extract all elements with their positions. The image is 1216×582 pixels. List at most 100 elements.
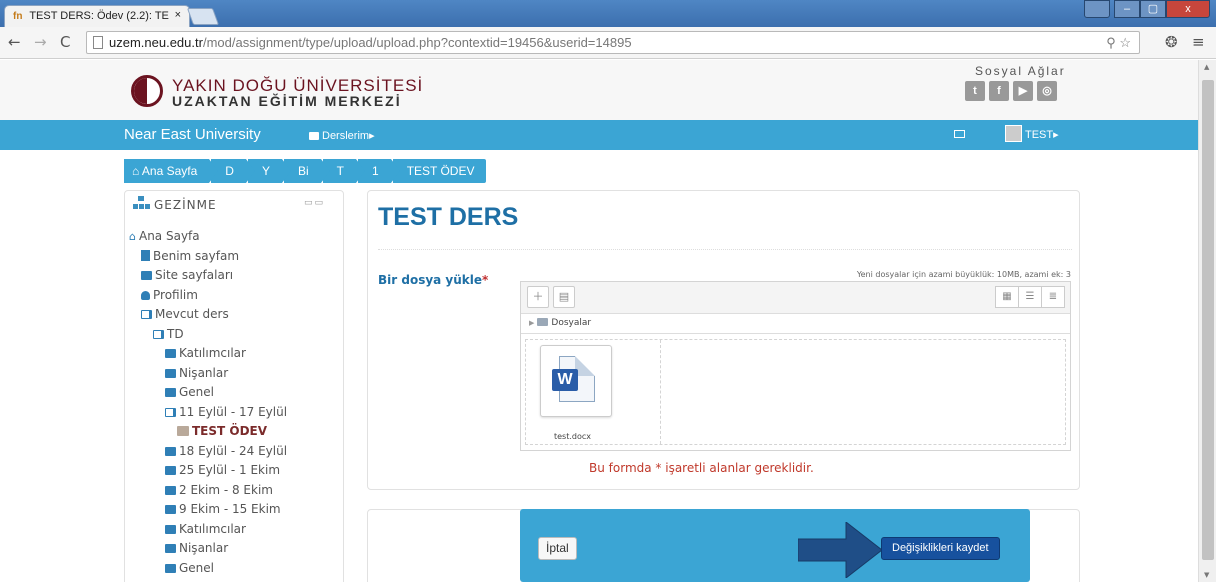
nav-tree-item[interactable]: 18 Eylül - 24 Eylül	[129, 444, 343, 464]
nav-tree-item[interactable]: ⌂ Ana Sayfa	[129, 229, 343, 249]
nav-tree-label: Site sayfaları	[155, 268, 234, 282]
instagram-icon[interactable]: ◎	[1037, 81, 1057, 101]
required-fields-note: Bu formda * işaretli alanlar gereklidir.	[589, 461, 814, 475]
file-manager-path[interactable]: ▶ Dosyalar	[521, 314, 1070, 334]
tree-view-icon[interactable]: ≣	[1041, 286, 1065, 308]
forward-icon[interactable]: →	[34, 33, 47, 51]
nav-tree-item[interactable]: Genel	[129, 561, 343, 581]
social-links: t f ▶ ◎	[965, 81, 1057, 101]
back-icon[interactable]: ←	[8, 33, 21, 51]
browser-tab[interactable]: fn TEST DERS: Ödev (2.2): TE ×	[4, 5, 190, 27]
page-viewport: YAKIN DOĞU ÜNİVERSİTESİ UZAKTAN EĞİTİM M…	[0, 60, 1198, 582]
menu-icon[interactable]: ≡	[1192, 33, 1205, 51]
expand-icon: ▶	[529, 319, 535, 327]
nav-tree-item[interactable]: Katılımcılar	[129, 346, 343, 366]
folder-open-icon	[153, 329, 164, 339]
nav-tree-item[interactable]: 25 Eylül - 1 Ekim	[129, 463, 343, 483]
page-icon	[93, 36, 103, 49]
user-caret-icon: ▸	[1053, 129, 1059, 141]
avatar[interactable]	[1005, 125, 1022, 142]
nav-tree-label: Nişanlar	[179, 365, 229, 380]
nav-tree-item[interactable]: 9 Ekim - 15 Ekim	[129, 502, 343, 522]
breadcrumb: ⌂ Ana Sayfa D Y Bi T 1 TEST ÖDEV	[124, 159, 488, 183]
nav-tree-label: Profilim	[153, 287, 198, 302]
new-tab-button[interactable]	[186, 8, 220, 25]
folder-icon	[141, 271, 152, 280]
brand-link[interactable]: Near East University	[124, 126, 261, 143]
user-menu[interactable]: TEST▸	[1025, 128, 1059, 141]
navigation-block: GEZİNME ▭▭ ⌂ Ana Sayfa Benim sayfam Site sa…	[124, 190, 344, 582]
nav-tree-item[interactable]: Katılımcılar	[129, 522, 343, 542]
page-title: TEST DERS	[378, 203, 519, 231]
file-drop-area[interactable]: W test.docx	[525, 339, 1066, 445]
tab-favicon-icon: fn	[13, 11, 23, 22]
folder-icon	[165, 446, 176, 456]
user-name: TEST	[1025, 129, 1054, 141]
nav-tree-item[interactable]: TD	[129, 327, 343, 347]
nav-tree-label: 11 Eylül - 17 Eylül	[179, 404, 288, 419]
tab-close-icon[interactable]: ×	[175, 9, 181, 21]
university-logo-icon[interactable]	[131, 75, 163, 107]
facebook-icon[interactable]: f	[989, 81, 1009, 101]
folder-icon	[537, 318, 549, 326]
window-controls: – ▢ x	[1084, 0, 1210, 20]
bookmark-star-icon[interactable]: ⚲ ☆	[1106, 35, 1131, 51]
add-file-icon[interactable]: ＋	[527, 286, 549, 308]
create-folder-icon[interactable]: ▤	[553, 286, 575, 308]
person-icon	[141, 290, 150, 300]
nav-tree-label: TD	[167, 326, 184, 341]
block-collapse-icon[interactable]: ▭▭	[304, 198, 325, 208]
page-scrollbar[interactable]: ▲ ▼	[1198, 60, 1216, 582]
url-input[interactable]: uzem.neu.edu.tr/mod/assignment/type/uplo…	[86, 31, 1140, 54]
window-user-icon[interactable]	[1084, 0, 1110, 18]
window-minimize-button[interactable]: –	[1114, 0, 1140, 18]
url-path: /mod/assignment/type/upload/upload.php?c…	[202, 35, 632, 50]
arrow-right-icon	[798, 522, 882, 578]
youtube-icon[interactable]: ▶	[1013, 81, 1033, 101]
file-name[interactable]: test.docx	[554, 432, 591, 441]
window-close-button[interactable]: x	[1166, 0, 1210, 18]
logo-subtitle[interactable]: UZAKTAN EĞİTİM MERKEZİ	[172, 93, 402, 109]
nav-tree-item[interactable]: Site sayfaları	[129, 268, 343, 288]
nav-tree-label: Benim sayfam	[153, 248, 240, 263]
sitemap-icon	[132, 196, 150, 212]
window-maximize-button[interactable]: ▢	[1140, 0, 1166, 18]
folder-icon	[165, 485, 176, 495]
nav-tree-item[interactable]: Nişanlar	[129, 366, 343, 386]
save-changes-button[interactable]: Değişiklikleri kaydet	[881, 537, 1000, 560]
icon-view-icon[interactable]: ▦	[995, 286, 1019, 308]
folder-icon	[165, 466, 176, 475]
extension-icon[interactable]: ❂	[1165, 33, 1178, 51]
nav-tree-item[interactable]: 2 Ekim - 8 Ekim	[129, 483, 343, 503]
nav-tree-item[interactable]: 11 Eylül - 17 Eylül	[129, 405, 343, 425]
folder-icon	[165, 544, 176, 553]
courses-menu[interactable]: Derslerim▸	[309, 129, 375, 142]
folder-icon	[165, 349, 176, 358]
scroll-up-icon[interactable]: ▲	[1204, 63, 1209, 71]
list-view-icon[interactable]: ☰	[1018, 286, 1042, 308]
nav-tree-item[interactable]: Nişanlar	[129, 541, 343, 561]
max-size-info: Yeni dosyalar için azami büyüklük: 10MB,…	[856, 270, 1071, 279]
file-thumbnail[interactable]: W	[540, 345, 612, 417]
scroll-down-icon[interactable]: ▼	[1204, 571, 1209, 579]
folder-icon	[165, 563, 176, 573]
reload-icon[interactable]: C	[60, 33, 70, 51]
breadcrumb-home[interactable]: ⌂ Ana Sayfa	[124, 159, 219, 183]
nav-tree-label: Katılımcılar	[179, 521, 246, 536]
folder-icon	[165, 368, 176, 378]
breadcrumb-current[interactable]: TEST ÖDEV	[392, 159, 487, 183]
nav-tree-label: 25 Eylül - 1 Ekim	[179, 463, 281, 477]
nav-tree-item[interactable]: TEST ÖDEV	[129, 424, 343, 444]
nav-tree-item[interactable]: Mevcut ders	[129, 307, 343, 327]
top-navbar: Near East University Derslerim▸ TEST▸	[0, 120, 1198, 150]
nav-tree-item[interactable]: Benim sayfam	[129, 249, 343, 269]
cancel-button[interactable]: İptal	[538, 537, 577, 560]
mail-icon[interactable]	[954, 130, 965, 138]
nav-tree-label: 18 Eylül - 24 Eylül	[179, 443, 288, 458]
scrollbar-thumb[interactable]	[1202, 80, 1214, 560]
file-manager: ＋ ▤ ▦ ☰ ≣ ▶ Dosyalar W test.docx	[520, 281, 1071, 451]
nav-tree-item[interactable]: Profilim	[129, 288, 343, 308]
twitter-icon[interactable]: t	[965, 81, 985, 101]
nav-tree-item[interactable]: Genel	[129, 385, 343, 405]
main-content: TEST DERS Bir dosya yükle* Yeni dosyalar…	[367, 190, 1080, 490]
